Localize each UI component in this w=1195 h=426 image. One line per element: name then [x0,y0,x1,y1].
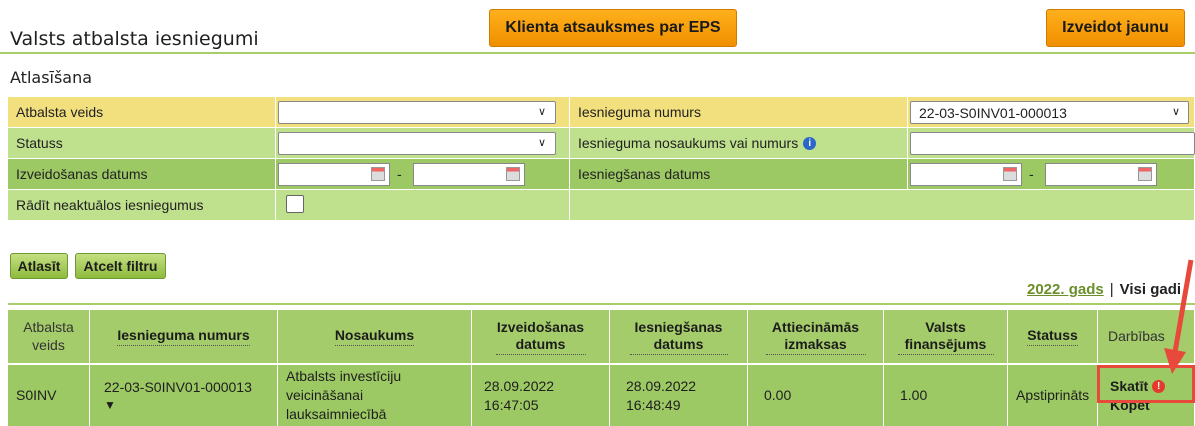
support-type-select[interactable] [278,101,556,124]
column-header-state-funding-text: Valsts finansējums [897,319,994,355]
status-select[interactable] [278,132,556,155]
cell-eligible-costs: 0.00 [748,365,884,426]
column-header-submitted[interactable]: Iesniegšanas datums [610,310,748,363]
cell-status: Apstiprināts [1008,365,1098,426]
column-header-status[interactable]: Statuss [1008,310,1098,363]
application-number-text: 22-03-S0INV01-000013 [104,378,252,395]
application-name-label-text: Iesnieguma nosaukums vai numurs [578,135,799,151]
table-divider [8,303,1195,305]
page-title: Valsts atbalsta iesniegumi [10,28,259,50]
calendar-icon[interactable] [506,167,520,181]
apply-filter-button[interactable]: Atlasīt [10,253,68,279]
calendar-icon[interactable] [1138,167,1152,181]
date-separator: - [397,166,402,182]
show-inactive-label: Rādīt neaktuālos iesniegumus [8,190,276,221]
submitted-date-label: Iesniegšanas datums [570,159,908,190]
cell-submitted: 28.09.2022 16:48:49 [610,365,748,426]
column-header-eligible-costs-text: Attiecināmās izmaksas [765,319,866,355]
column-header-support-type: Atbalsta veids [8,310,90,363]
cell-name: Atbalsts investīciju veicināšanai lauksa… [278,365,472,426]
cell-state-funding: 1.00 [884,365,1008,426]
year-current-link[interactable]: 2022. gads [1027,281,1104,298]
chevron-down-icon: ∨ [1172,106,1181,118]
info-icon[interactable]: i [803,136,817,150]
column-header-state-funding[interactable]: Valsts finansējums [884,310,1008,363]
show-inactive-checkbox[interactable] [286,195,304,213]
year-selector: 2022. gads | Visi gadi [1027,281,1181,298]
column-header-name[interactable]: Nosaukums [278,310,472,363]
calendar-icon[interactable] [1003,167,1017,181]
submitted-date-to-input[interactable] [1045,163,1157,186]
column-header-created-text: Izveidošanas datums [495,319,586,355]
column-header-number-text: Iesnieguma numurs [117,327,250,346]
title-divider [0,52,1195,54]
created-date-to-input[interactable] [413,163,525,186]
created-date-label: Izveidošanas datums [8,159,276,190]
created-date-from-input[interactable] [278,163,390,186]
cell-created: 28.09.2022 16:47:05 [472,365,610,426]
column-header-number[interactable]: Iesnieguma numurs [90,310,278,363]
column-header-name-text: Nosaukums [334,327,415,346]
reset-filter-button[interactable]: Atcelt filtru [75,253,166,279]
annotation-arrow-icon [1164,259,1194,374]
column-header-submitted-text: Iesniegšanas datums [629,319,728,355]
client-feedback-button[interactable]: Klienta atsauksmes par EPS [489,9,737,47]
year-separator: | [1109,281,1114,298]
column-header-eligible-costs[interactable]: Attiecināmās izmaksas [748,310,884,363]
application-name-input[interactable] [910,132,1195,155]
column-header-created[interactable]: Izveidošanas datums [472,310,610,363]
application-number-label: Iesnieguma numurs [570,97,908,128]
cell-support-type: S0INV [8,365,90,426]
create-new-button[interactable]: Izveidot jaunu [1046,9,1185,47]
filter-empty-cell [570,190,1195,221]
chevron-down-icon: ∨ [538,106,547,118]
expand-arrow-icon[interactable]: ▼ [104,397,116,413]
column-header-status-text: Statuss [1027,327,1078,346]
calendar-icon[interactable] [371,167,385,181]
cell-number: 22-03-S0INV01-000013 ▼ [90,365,278,426]
date-separator: - [1029,166,1034,182]
support-type-label: Atbalsta veids [8,97,276,128]
filter-section-title: Atlasīšana [10,68,93,87]
submitted-date-from-input[interactable] [910,163,1022,186]
chevron-down-icon: ∨ [538,137,547,149]
application-number-select[interactable]: 22-03-S0INV01-000013 [910,101,1189,124]
status-label: Statuss [8,128,276,159]
application-name-label: Iesnieguma nosaukums vai numurs i [570,128,908,159]
